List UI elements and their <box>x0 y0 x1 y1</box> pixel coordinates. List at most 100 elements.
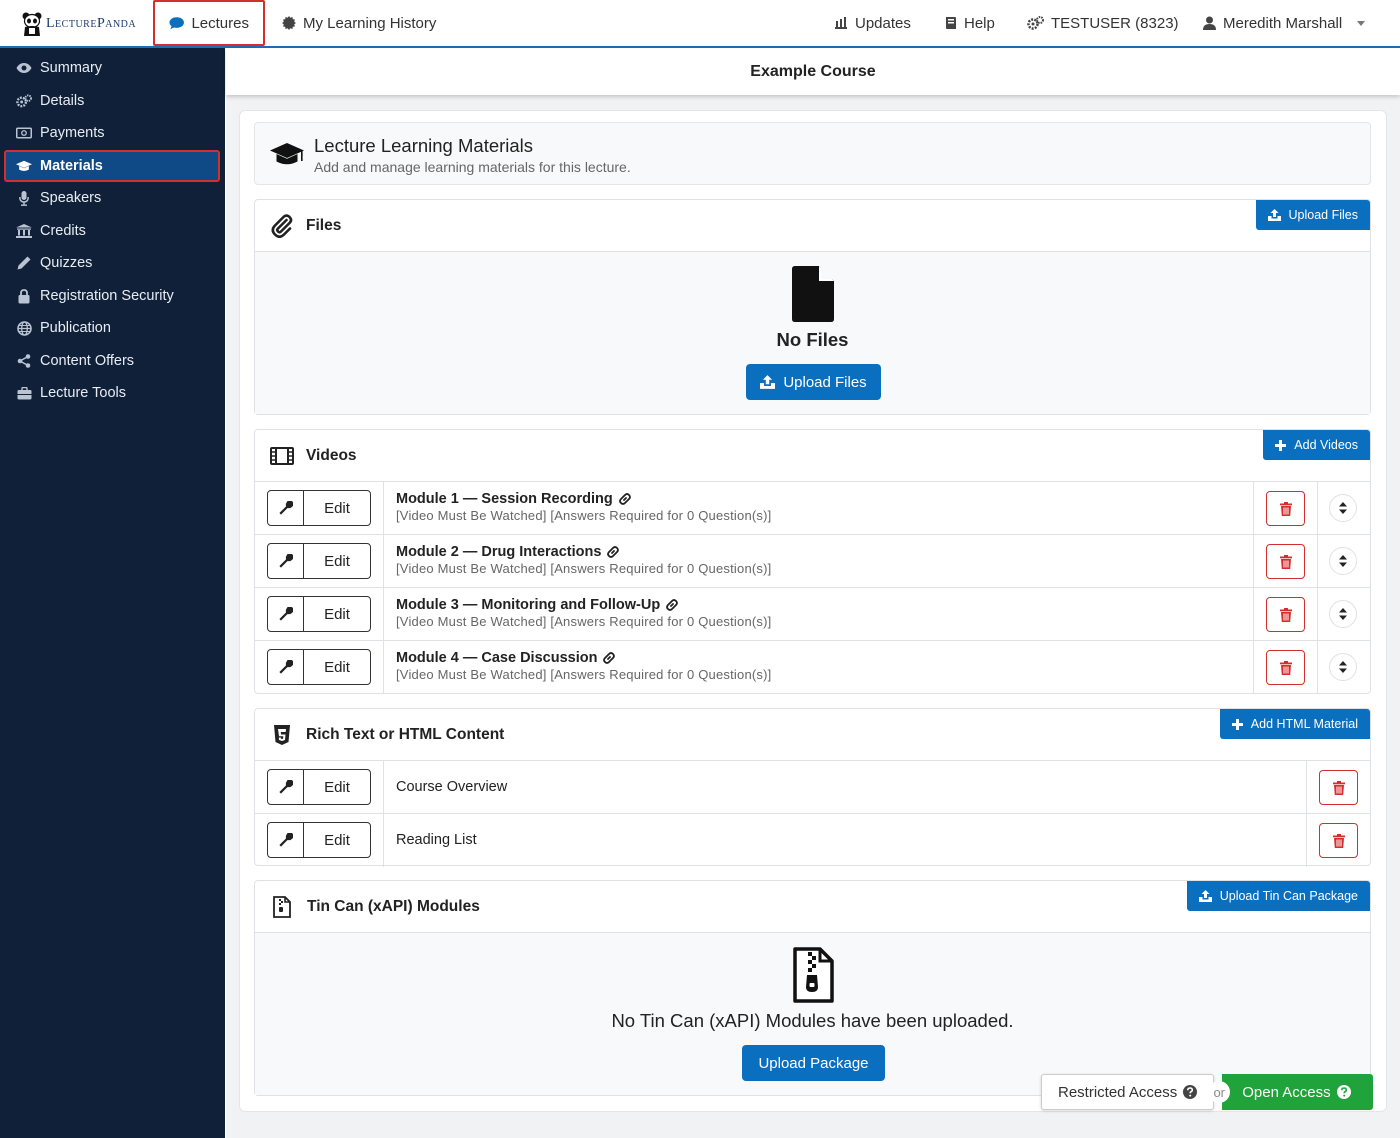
eye-icon <box>16 60 32 76</box>
add-videos-button[interactable]: Add Videos <box>1263 430 1370 460</box>
delete-html-button[interactable] <box>1319 823 1358 858</box>
videos-section: Videos Add Videos Edit Module 1 — Sessio… <box>254 429 1371 694</box>
trash-icon <box>1332 833 1345 848</box>
edit-video-button[interactable]: Edit <box>267 596 371 632</box>
nav-learning-history[interactable]: My Learning History <box>282 0 436 46</box>
sidebar-item-registration-security[interactable]: Registration Security <box>4 280 220 312</box>
video-row: Edit Module 1 — Session Recording [Video… <box>255 482 1370 535</box>
gears-icon <box>16 93 32 109</box>
pencil-icon <box>16 255 32 271</box>
nav-account[interactable]: TESTUSER (8323) <box>1027 0 1179 46</box>
sidebar-item-details[interactable]: Details <box>4 85 220 117</box>
sort-icon <box>1339 608 1347 620</box>
wrench-icon <box>268 770 304 804</box>
sort-handle[interactable] <box>1329 494 1357 522</box>
upload-package-button[interactable]: Upload Package <box>742 1045 885 1081</box>
edit-html-button[interactable]: Edit <box>267 822 371 858</box>
html-material-title: Course Overview <box>396 779 508 795</box>
share-icon <box>16 353 32 369</box>
link-icon[interactable] <box>606 545 620 559</box>
file-icon <box>792 266 834 322</box>
upload-tincan-label: Upload Tin Can Package <box>1219 889 1358 903</box>
edit-video-button[interactable]: Edit <box>267 490 371 526</box>
book-icon <box>946 17 956 29</box>
video-row: Edit Module 3 — Monitoring and Follow-Up… <box>255 588 1370 641</box>
link-icon[interactable] <box>602 651 616 665</box>
brand-logo[interactable]: LecturePanda <box>22 9 136 39</box>
edit-video-button[interactable]: Edit <box>267 649 371 685</box>
question-circle-icon[interactable] <box>1183 1085 1198 1099</box>
sidebar-item-label: Details <box>40 93 85 109</box>
sort-handle[interactable] <box>1329 600 1357 628</box>
institution-icon <box>16 223 32 239</box>
link-icon[interactable] <box>618 492 632 506</box>
file-archive-icon <box>273 896 291 918</box>
files-section-header: Files Upload Files <box>255 200 1370 252</box>
nav-lectures[interactable]: Lectures <box>153 0 265 46</box>
tincan-section: Tin Can (xAPI) Modules Upload Tin Can Pa… <box>254 880 1371 1096</box>
nav-updates[interactable]: Updates <box>834 0 911 46</box>
sidebar-item-materials[interactable]: Materials <box>4 150 220 182</box>
access-toggle: Restricted Access or Open Access <box>1041 1074 1373 1110</box>
video-title: Module 4 — Case Discussion <box>396 650 598 666</box>
sidebar-item-speakers[interactable]: Speakers <box>4 182 220 214</box>
delete-video-button[interactable] <box>1266 491 1305 526</box>
upload-files-empty-button[interactable]: Upload Files <box>746 364 881 400</box>
sort-icon <box>1339 661 1347 673</box>
question-circle-icon[interactable] <box>1336 1085 1351 1099</box>
sidebar-item-label: Content Offers <box>40 353 135 369</box>
wrench-icon <box>268 544 304 578</box>
nav-account-label: TESTUSER (8323) <box>1051 14 1179 32</box>
restricted-access-button[interactable]: Restricted Access <box>1041 1074 1215 1110</box>
sidebar-item-summary[interactable]: Summary <box>4 52 220 84</box>
sort-handle[interactable] <box>1329 547 1357 575</box>
upload-package-label: Upload Package <box>758 1054 869 1072</box>
sidebar-item-quizzes[interactable]: Quizzes <box>4 247 220 279</box>
certificate-icon <box>282 16 296 30</box>
tincan-header: Tin Can (xAPI) Modules Upload Tin Can Pa… <box>255 881 1370 933</box>
globe-icon <box>16 320 32 336</box>
sidebar-item-credits[interactable]: Credits <box>4 215 220 247</box>
plus-icon <box>1231 718 1243 730</box>
wrench-icon <box>268 597 304 631</box>
delete-video-button[interactable] <box>1266 544 1305 579</box>
trash-icon <box>1279 554 1292 569</box>
lock-icon <box>16 288 32 304</box>
video-row: Edit Module 2 — Drug Interactions [Video… <box>255 535 1370 588</box>
edit-html-button[interactable]: Edit <box>267 769 371 805</box>
delete-video-button[interactable] <box>1266 597 1305 632</box>
delete-video-button[interactable] <box>1266 650 1305 685</box>
sort-icon <box>1339 502 1347 514</box>
trash-icon <box>1279 660 1292 675</box>
learning-materials-header: Lecture Learning Materials Add and manag… <box>254 122 1371 185</box>
sidebar: Summary Details Payments Materials Speak… <box>0 48 225 1138</box>
nav-updates-label: Updates <box>855 14 911 32</box>
upload-icon <box>1267 209 1281 221</box>
delete-html-button[interactable] <box>1319 770 1358 805</box>
wrench-icon <box>268 650 304 684</box>
learning-materials-subtitle: Add and manage learning materials for th… <box>314 159 631 175</box>
sidebar-item-label: Quizzes <box>40 255 93 271</box>
nav-help[interactable]: Help <box>945 0 995 46</box>
edit-video-button[interactable]: Edit <box>267 543 371 579</box>
nav-user-menu[interactable]: Meredith Marshall <box>1203 0 1366 46</box>
sidebar-item-content-offers[interactable]: Content Offers <box>4 345 220 377</box>
video-meta: [Video Must Be Watched] [Answers Require… <box>396 508 772 523</box>
upload-tincan-button[interactable]: Upload Tin Can Package <box>1186 881 1370 911</box>
html-material-title: Reading List <box>396 832 477 848</box>
sidebar-item-payments[interactable]: Payments <box>4 117 220 149</box>
film-icon <box>270 447 294 465</box>
video-meta: [Video Must Be Watched] [Answers Require… <box>396 614 772 629</box>
tincan-empty-state: No Tin Can (xAPI) Modules have been uplo… <box>255 933 1370 1095</box>
sidebar-item-publication[interactable]: Publication <box>4 312 220 344</box>
comment-icon <box>169 17 184 30</box>
open-access-button[interactable]: Open Access <box>1222 1074 1373 1110</box>
video-meta: [Video Must Be Watched] [Answers Require… <box>396 667 772 682</box>
upload-files-button[interactable]: Upload Files <box>1255 200 1370 230</box>
add-html-material-button[interactable]: Add HTML Material <box>1219 709 1370 739</box>
link-icon[interactable] <box>665 598 679 612</box>
graduation-cap-icon <box>16 158 32 174</box>
files-empty-state: No Files Upload Files <box>255 252 1370 414</box>
sort-handle[interactable] <box>1329 653 1357 681</box>
sidebar-item-lecture-tools[interactable]: Lecture Tools <box>4 377 220 409</box>
